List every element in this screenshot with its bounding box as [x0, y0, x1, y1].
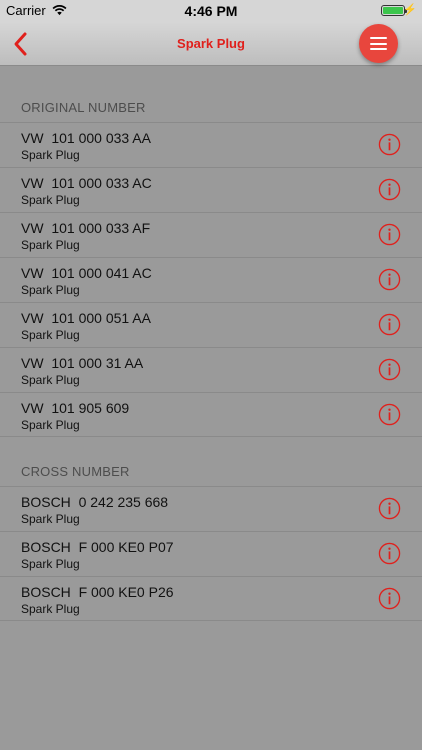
list-item[interactable]: BOSCH 0 242 235 668 Spark Plug [0, 486, 422, 531]
part-description: Spark Plug [21, 193, 80, 207]
list-item[interactable]: VW 101 905 609 Spark Plug [0, 392, 422, 437]
parts-list: ORIGINAL NUMBER VW 101 000 033 AA Spark … [0, 67, 422, 621]
charging-icon: ⚡ [403, 4, 417, 16]
part-number: BOSCH F 000 KE0 P07 [21, 539, 174, 555]
part-number: VW 101 000 033 AA [21, 130, 151, 146]
part-number: VW 101 905 609 [21, 400, 130, 416]
info-icon[interactable] [378, 358, 401, 381]
info-icon[interactable] [378, 268, 401, 291]
part-number: BOSCH F 000 KE0 P26 [21, 584, 174, 600]
part-description: Spark Plug [21, 602, 80, 616]
info-icon[interactable] [378, 133, 401, 156]
part-description: Spark Plug [21, 512, 80, 526]
part-number: VW 101 000 041 AC [21, 265, 152, 281]
list-item[interactable]: VW 101 000 033 AA Spark Plug [0, 122, 422, 167]
menu-button[interactable] [359, 24, 398, 63]
part-description: Spark Plug [21, 283, 80, 297]
part-number: VW 101 000 033 AC [21, 175, 152, 191]
list-item[interactable]: VW 101 000 041 AC Spark Plug [0, 257, 422, 302]
battery-icon [381, 5, 407, 16]
info-icon[interactable] [378, 313, 401, 336]
hamburger-menu-icon [370, 37, 387, 39]
info-icon[interactable] [378, 587, 401, 610]
list-item[interactable]: VW 101 000 033 AF Spark Plug [0, 212, 422, 257]
section-header-original: ORIGINAL NUMBER [21, 100, 146, 115]
part-number: VW 101 000 31 AA [21, 355, 144, 371]
info-icon[interactable] [378, 403, 401, 426]
part-description: Spark Plug [21, 373, 80, 387]
cross-number-list: BOSCH 0 242 235 668 Spark Plug BOSCH F 0… [0, 486, 422, 621]
list-item[interactable]: VW 101 000 051 AA Spark Plug [0, 302, 422, 347]
info-icon[interactable] [378, 178, 401, 201]
part-description: Spark Plug [21, 238, 80, 252]
list-item[interactable]: BOSCH F 000 KE0 P07 Spark Plug [0, 531, 422, 576]
part-number: VW 101 000 051 AA [21, 310, 151, 326]
status-bar: Carrier 4:46 PM ⚡ [0, 0, 422, 22]
info-icon[interactable] [378, 223, 401, 246]
clock-label: 4:46 PM [184, 3, 238, 19]
list-item[interactable]: VW 101 000 033 AC Spark Plug [0, 167, 422, 212]
part-description: Spark Plug [21, 148, 80, 162]
part-number: BOSCH 0 242 235 668 [21, 494, 169, 510]
section-header-cross: CROSS NUMBER [21, 464, 130, 479]
part-description: Spark Plug [21, 418, 80, 432]
info-icon[interactable] [378, 542, 401, 565]
list-item[interactable]: BOSCH F 000 KE0 P26 Spark Plug [0, 576, 422, 621]
back-chevron-icon[interactable] [10, 31, 34, 57]
original-number-list: VW 101 000 033 AA Spark Plug VW 101 000 … [0, 122, 422, 437]
part-description: Spark Plug [21, 328, 80, 342]
part-number: VW 101 000 033 AF [21, 220, 151, 236]
info-icon[interactable] [378, 497, 401, 520]
part-description: Spark Plug [21, 557, 80, 571]
list-item[interactable]: VW 101 000 31 AA Spark Plug [0, 347, 422, 392]
navigation-bar: Spark Plug [0, 22, 422, 66]
